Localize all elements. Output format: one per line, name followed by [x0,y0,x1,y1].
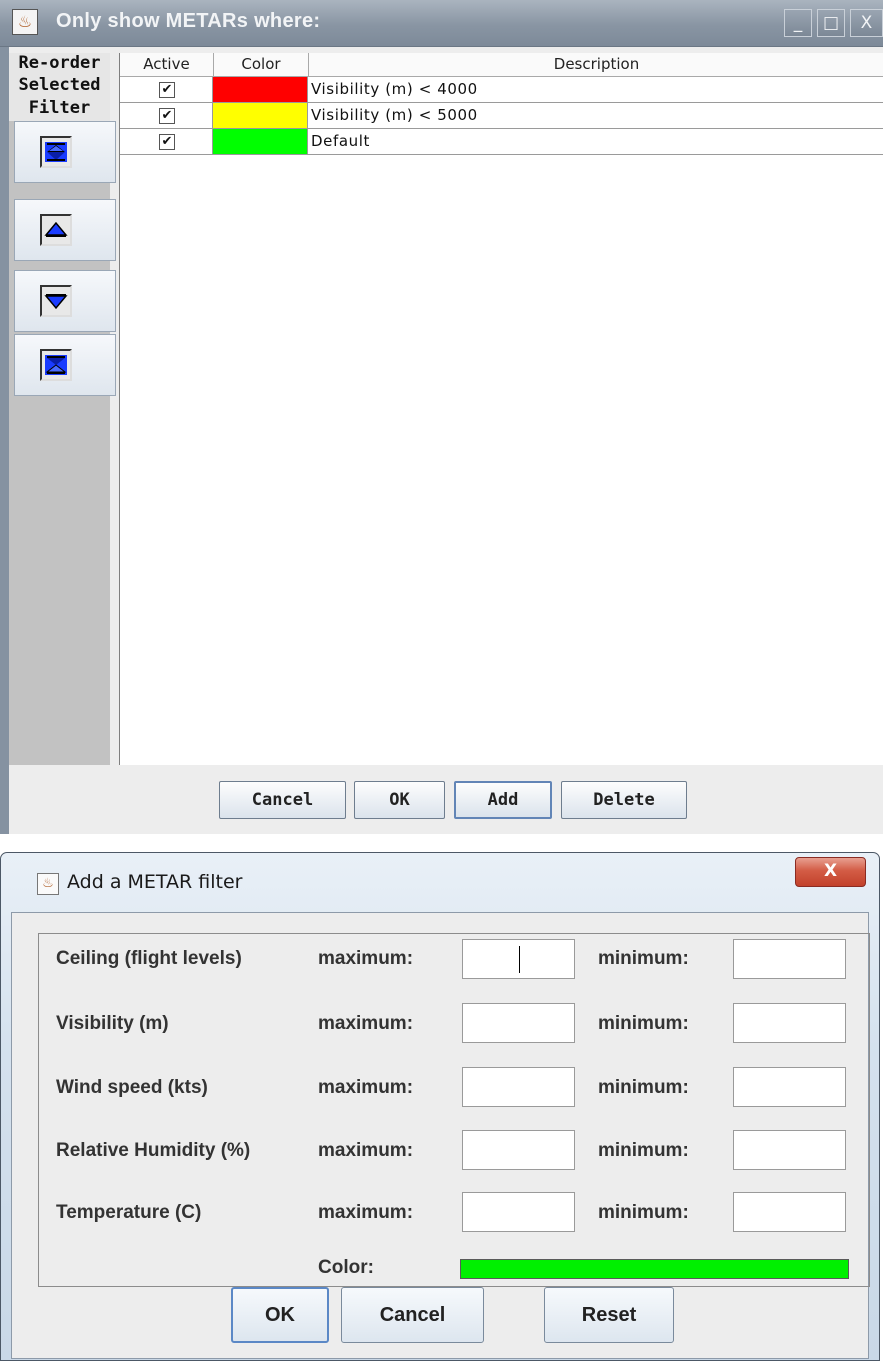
table-row[interactable]: ✔ Visibility (m) < 4000 [120,77,883,103]
wind-speed-label: Wind speed (kts) [56,1077,208,1098]
add-button[interactable]: Add [454,781,552,819]
move-to-bottom-button[interactable] [14,334,116,396]
visibility-min-label: minimum: [598,1013,689,1034]
button-bar: Cancel OK Add Delete [9,765,883,834]
active-checkbox[interactable]: ✔ [159,82,175,98]
description-cell: Visibility (m) < 5000 [311,106,478,124]
minimize-button[interactable]: _ [784,9,812,37]
temperature-min-label: minimum: [598,1202,689,1223]
ceiling-max-label: maximum: [318,948,414,969]
active-checkbox[interactable]: ✔ [159,134,175,150]
table-row[interactable]: ✔ Visibility (m) < 5000 [120,103,883,129]
ceiling-min-field[interactable] [733,939,846,979]
wind-speed-max-label: maximum: [318,1077,414,1098]
ok-button[interactable]: OK [354,781,445,819]
visibility-max-label: maximum: [318,1013,414,1034]
active-cell: ✔ [120,77,213,103]
java-app-icon[interactable]: ♨ [12,9,38,35]
color-picker-bar[interactable] [460,1259,849,1279]
wind-speed-min-label: minimum: [598,1077,689,1098]
arrow-down-icon [40,285,72,317]
filter-fields-panel [38,933,870,1287]
description-cell: Visibility (m) < 4000 [311,80,478,98]
maximize-button[interactable]: □ [817,9,845,37]
humidity-min-label: minimum: [598,1140,689,1161]
reorder-label-line3: Filter [9,98,110,121]
close-button[interactable]: X [795,857,866,887]
close-button[interactable]: X [850,9,883,37]
filter-window: ♨ Only show METARs where: _ □ X Re-order… [0,0,883,834]
wind-speed-min-field[interactable] [733,1067,846,1107]
arrow-up-icon [40,214,72,246]
ceiling-label: Ceiling (flight levels) [56,948,242,969]
dialog-title: Add a METAR filter [67,871,243,893]
move-up-button[interactable] [14,199,116,261]
visibility-min-field[interactable] [733,1003,846,1043]
ok-button[interactable]: OK [231,1287,329,1343]
reorder-sidebar: Re-order Selected Filter [9,53,116,765]
separator [0,834,883,854]
move-to-bottom-icon [40,349,72,381]
ceiling-min-label: minimum: [598,948,689,969]
title-bar[interactable]: ♨ Only show METARs where: _ □ X [0,0,883,47]
temperature-label: Temperature (C) [56,1202,202,1223]
wind-speed-max-field[interactable] [462,1067,575,1107]
active-cell: ✔ [120,103,213,129]
delete-button[interactable]: Delete [561,781,687,819]
text-caret [519,946,520,973]
add-filter-dialog: ♨ Add a METAR filter X Ceiling (flight l… [0,852,880,1361]
move-to-top-button[interactable] [14,121,116,183]
humidity-max-field[interactable] [462,1130,575,1170]
reorder-label-line2: Selected [9,75,110,98]
dialog-content: Ceiling (flight levels) maximum: minimum… [11,912,870,1359]
humidity-max-label: maximum: [318,1140,414,1161]
color-swatch[interactable] [213,77,308,102]
table-header: Active Color Description [120,53,883,77]
move-to-top-icon [40,136,72,168]
column-header-color[interactable]: Color [214,53,309,76]
color-swatch[interactable] [213,103,308,128]
ceiling-max-field[interactable] [462,939,575,979]
active-checkbox[interactable]: ✔ [159,108,175,124]
visibility-max-field[interactable] [462,1003,575,1043]
temperature-max-field[interactable] [462,1192,575,1232]
humidity-min-field[interactable] [733,1130,846,1170]
color-swatch[interactable] [213,129,308,154]
visibility-label: Visibility (m) [56,1013,169,1034]
active-cell: ✔ [120,129,213,155]
java-app-icon[interactable]: ♨ [37,873,59,895]
description-cell: Default [311,132,371,150]
table-row[interactable]: ✔ Default [120,129,883,155]
move-down-button[interactable] [14,270,116,332]
window-title: Only show METARs where: [56,10,321,32]
column-header-active[interactable]: Active [120,53,214,76]
filter-table[interactable]: Active Color Description ✔ Visibility (m… [119,53,883,765]
cancel-button[interactable]: Cancel [219,781,346,819]
reorder-label-line1: Re-order [9,53,110,75]
color-label: Color: [318,1257,374,1278]
reset-button[interactable]: Reset [544,1287,674,1343]
humidity-label: Relative Humidity (%) [56,1140,251,1161]
temperature-max-label: maximum: [318,1202,414,1223]
column-header-description[interactable]: Description [309,53,883,76]
cancel-button[interactable]: Cancel [341,1287,484,1343]
temperature-min-field[interactable] [733,1192,846,1232]
